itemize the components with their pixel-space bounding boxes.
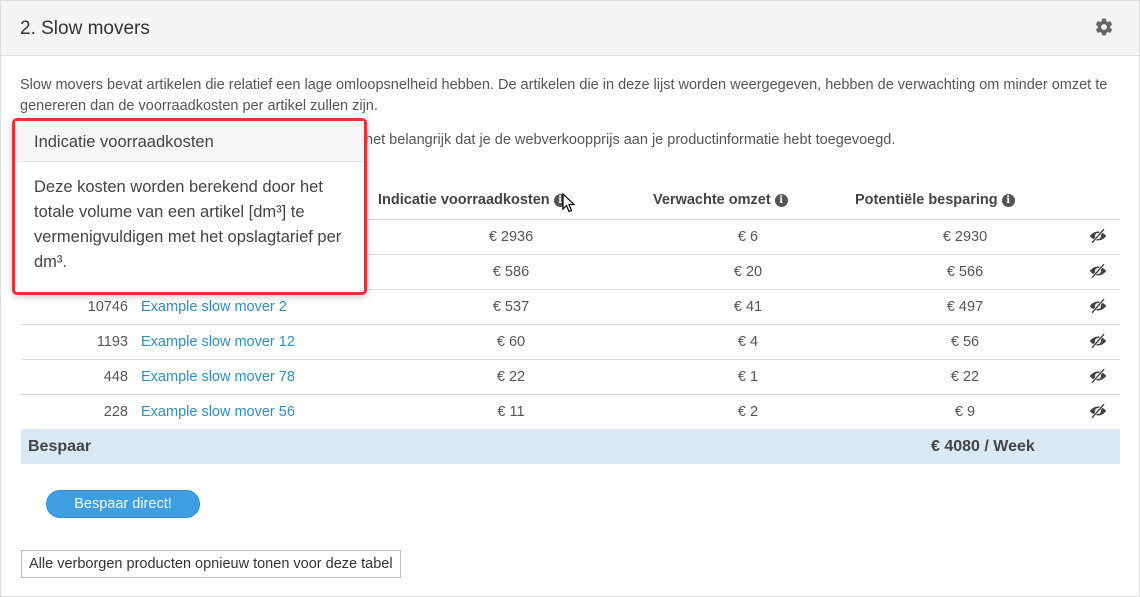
row-saving: € 2930 [942,229,988,245]
total-label: Bespaar [28,438,92,455]
eye-slash-icon[interactable] [1089,228,1107,244]
row-cost: € 11 [497,404,525,420]
total-value: € 4080 / Week [931,438,1035,455]
eye-slash-icon[interactable] [1089,368,1107,384]
panel-header: 2. Slow movers [1,1,1139,56]
mouse-cursor-icon [562,193,576,213]
row-number: 1193 [96,334,128,350]
header-saving-label: Potentiële besparing [855,192,998,208]
save-now-button[interactable]: Bespaar direct! [46,490,200,518]
header-revenue: Verwachte omzet i [653,192,788,208]
slow-movers-panel: 2. Slow movers Slow movers bevat artikel… [0,0,1140,597]
row-saving: € 566 [946,264,984,280]
tooltip-title: Indicatie voorraadkosten [34,133,214,151]
product-link[interactable]: Example slow mover 2 [141,299,287,315]
info-icon[interactable]: i [1001,194,1015,207]
header-saving: Potentiële besparing i [855,192,1015,208]
table-row: 448 Example slow mover 78 € 22 € 1 € 22 [21,359,1120,394]
eye-slash-icon[interactable] [1089,403,1107,419]
row-number: 228 [103,404,128,420]
gear-icon[interactable] [1094,17,1114,37]
row-cost: € 22 [496,369,526,385]
header-revenue-label: Verwachte omzet [653,192,771,208]
panel-title: 2. Slow movers [20,18,150,39]
row-revenue: € 4 [737,334,759,350]
row-revenue: € 6 [737,229,759,245]
row-number: 10746 [87,299,128,315]
total-row: Bespaar € 4080 / Week [21,429,1120,464]
tooltip-header: Indicatie voorraadkosten [15,121,364,162]
row-revenue: € 2 [737,404,759,420]
info-icon[interactable]: i [774,194,788,207]
product-link[interactable]: Example slow mover 12 [141,334,295,350]
table-row: 228 Example slow mover 56 € 11 € 2 € 9 [21,394,1120,429]
show-hidden-button[interactable]: Alle verborgen producten opnieuw tonen v… [21,550,401,578]
eye-slash-icon[interactable] [1089,298,1107,314]
row-cost: € 2936 [488,229,534,245]
row-cost: € 60 [496,334,526,350]
panel-description: Slow movers bevat artikelen die relatief… [20,77,1108,114]
tooltip-body: Deze kosten worden berekend door het tot… [34,178,342,271]
row-number: 448 [103,369,128,385]
row-cost: € 537 [492,299,530,315]
product-link[interactable]: Example slow mover 56 [141,404,295,420]
row-saving: € 497 [946,299,984,315]
product-link[interactable]: Example slow mover 78 [141,369,295,385]
eye-slash-icon[interactable] [1089,263,1107,279]
row-saving: € 22 [950,369,980,385]
row-revenue: € 1 [737,369,759,385]
row-revenue: € 41 [733,299,763,315]
row-revenue: € 20 [733,264,763,280]
info-tooltip: Indicatie voorraadkosten Deze kosten wor… [12,118,367,295]
row-saving: € 9 [954,404,976,420]
row-saving: € 56 [950,334,980,350]
table-row: 1193 Example slow mover 12 € 60 € 4 € 56 [21,324,1120,359]
header-cost: Indicatie voorraadkosten i [378,192,567,208]
eye-slash-icon[interactable] [1089,333,1107,349]
row-cost: € 586 [492,264,530,280]
header-cost-label: Indicatie voorraadkosten [378,192,550,208]
panel-note-text: het belangrijk dat je de webverkoopprijs… [365,132,896,148]
